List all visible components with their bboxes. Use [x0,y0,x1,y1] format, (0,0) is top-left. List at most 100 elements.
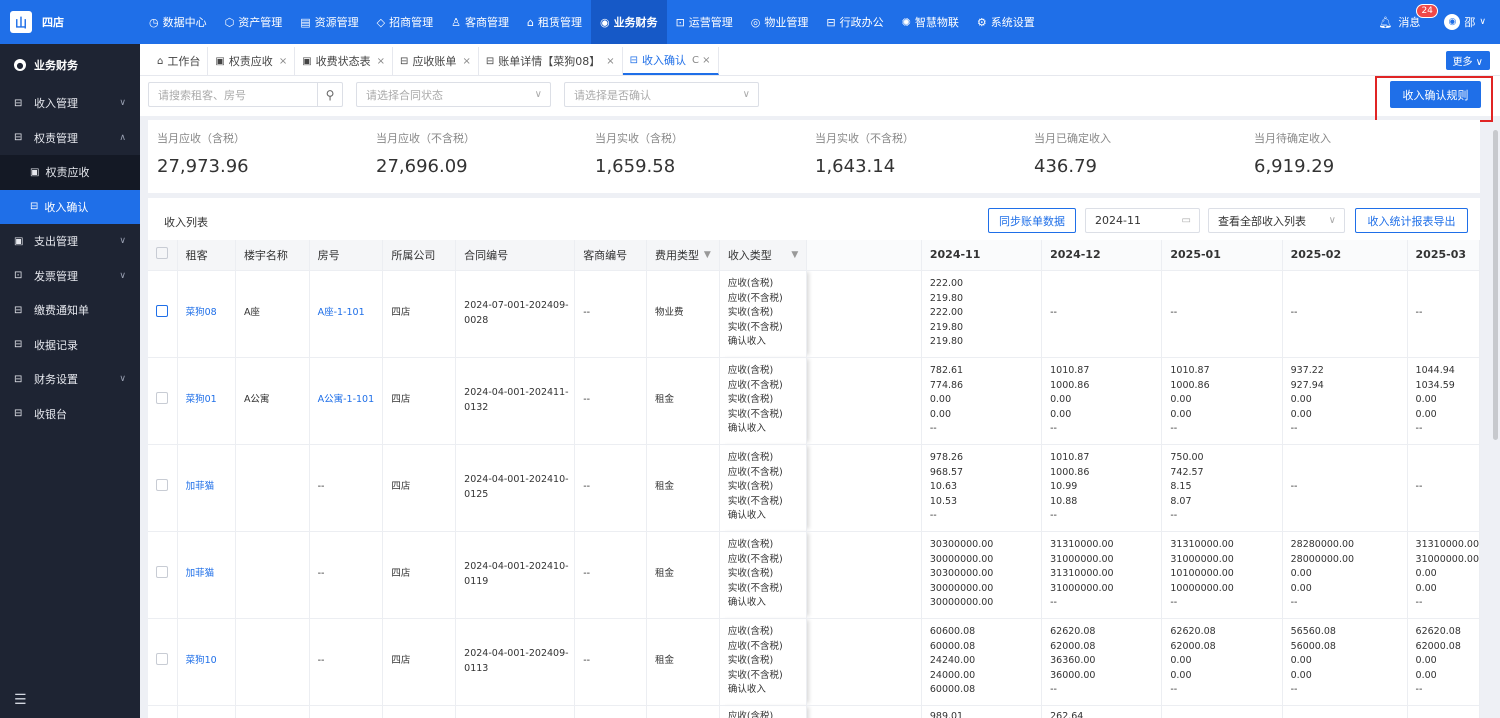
menu-icon: ⊟ [30,201,39,213]
filter-icon[interactable]: ▼ [704,250,711,260]
sidebar-item-0[interactable]: ⊟ 收入管理 ∨ [0,86,140,121]
column-header: 合同编号 [455,240,576,270]
tenant-link[interactable]: 菜狗10 [177,617,236,705]
tenant-link[interactable]: 加菲猫 [177,443,236,531]
month-value-line: 0.00 [1290,408,1312,420]
nav-item-3[interactable]: ◇ 招商管理 [368,0,442,44]
close-icon[interactable]: × [606,56,614,67]
top-navbar: 山 四店 ◷ 数据中心 ⬡ 资产管理 ▤ 资源管理 ◇ 招商管理 ♙ 客商管理 ⌂ 租赁管理 ◉ 业务财务… [0,0,1500,44]
tab-label: 工作台 [167,55,201,68]
row-checkbox[interactable] [156,565,168,578]
row-select-cell [148,530,178,618]
room-link[interactable]: A公寓-1-101 [309,356,384,444]
column-header: 费用类型 ▼ [646,240,720,270]
month-value-line[interactable]: 219.80 [930,335,1041,350]
row-checkbox[interactable] [156,304,168,317]
empty-cell [1161,704,1283,718]
stat-card: 当月已确定收入 436.79 [1034,130,1111,177]
sidebar-item-4[interactable]: ▣ 支出管理 ∨ [0,224,140,259]
nav-item-5[interactable]: ⌂ 租赁管理 [518,0,591,44]
page-scrollbar[interactable] [1493,130,1498,440]
building-cell: A座 [235,269,310,357]
empty-cell [1282,704,1408,718]
month-value-cell: 28280000.00 28000000.00 0.00 0.00 -- [1282,530,1408,618]
sidebar-item-9[interactable]: ⊟ 收银台 [0,397,140,432]
tab-0[interactable]: ⌂ 工作台 [150,47,209,75]
nav-icon: ◇ [376,15,386,29]
tab-1[interactable]: ▣ 权责应收 × [208,47,296,75]
tab-3[interactable]: ⊟ 应收账单 × [393,47,479,75]
month-value-cell: 30300000.00 30000000.00 30300000.00 3000000… [921,530,1043,618]
export-income-report-button[interactable]: 收入统计报表导出 [1355,208,1468,233]
tenant-link[interactable]: 菜狗08 [177,269,236,357]
table-row: 加菲猫 -- 四店 2024-04-001-202410-0119 -- 租金 应收(含税)… [148,530,1481,618]
close-icon[interactable]: × [377,56,385,67]
stat-label: 当月应收（含税） [157,132,245,145]
room-link[interactable]: A座-1-101 [309,269,384,357]
month-value-line[interactable]: 30000000.00 [930,596,1041,611]
close-icon[interactable]: C × [692,55,711,66]
nav-item-11[interactable]: ⚙ 系统设置 [968,0,1044,44]
view-list-select[interactable]: 查看全部收入列表 ∨ [1208,208,1345,233]
tab-5[interactable]: ⊟ 收入确认 C × [622,47,719,75]
month-value-cell: 1010.87 1000.86 0.00 0.00 -- [1041,356,1163,444]
month-value-cell: -- [1282,269,1408,357]
sidebar-item-3[interactable]: ⊟ 收入确认 [0,189,140,224]
month-value-line[interactable]: 60000.08 [930,683,1041,698]
sidebar-item-8[interactable]: ⊟ 财务设置 ∨ [0,362,140,397]
month-value-cell: -- [1407,269,1481,357]
month-value-line: 0.00 [1170,394,1192,406]
month-value-line: 0.00 [1170,669,1192,681]
close-icon[interactable]: × [279,56,287,67]
user-menu[interactable]: ◉ 邵 ∨ [1444,14,1486,30]
sidebar-item-6[interactable]: ⊟ 缴费通知单 [0,293,140,328]
income-list-panel: 收入列表 同步账单数据 2024-11 ▭ 查看全部收入列表 ∨ 收入统计报表导… [148,198,1481,718]
row-checkbox[interactable] [156,478,168,491]
nav-item-8[interactable]: ◎ 物业管理 [742,0,818,44]
month-value-line: 31310000.00 [1050,568,1114,580]
nav-item-10[interactable]: ✺ 智慧物联 [893,0,968,44]
nav-item-1[interactable]: ⬡ 资产管理 [216,0,292,44]
nav-item-4[interactable]: ♙ 客商管理 [442,0,518,44]
month-value-line: -- [1050,307,1057,319]
income-type-cell: 应收(含税) 应收(不含税) 实收(含税) 实收(不含税) 确认收入 [719,443,808,531]
empty-cell [235,704,310,718]
search-icon[interactable]: ⚲ [317,83,342,106]
nav-item-6[interactable]: ◉ 业务财务 [590,0,667,44]
fee-type-cell: 物业费 [646,269,720,357]
sidebar-item-1[interactable]: ⊟ 权责管理 ∧ [0,121,140,156]
close-icon[interactable]: × [462,56,470,67]
app-logo[interactable]: 山 四店 [0,0,140,44]
month-picker[interactable]: 2024-11 ▭ [1085,208,1200,233]
income-table: 租客 楼宇名称 房号 所属公司 合同编号 客商编号 费用类型 ▼ 收入类型 ▼ 2024-11 202… [148,240,1481,718]
nav-label: 行政办公 [839,16,884,29]
contract-status-select[interactable]: 请选择合同状态 ∨ [356,82,551,107]
sync-bill-data-button[interactable]: 同步账单数据 [988,208,1076,233]
messages-button[interactable]: 🔔︎ 消息 24 [1378,4,1438,30]
nav-item-9[interactable]: ⊟ 行政办公 [817,0,892,44]
menu-icon: ⊟ [14,97,23,109]
collapse-menu-icon[interactable]: ☰ [14,692,27,708]
filter-icon[interactable]: ▼ [791,250,798,260]
tenant-link[interactable]: 菜狗01 [177,356,236,444]
month-value-line: 927.94 [1290,379,1324,391]
nav-item-7[interactable]: ⊡ 运营管理 [667,0,742,44]
tenant-link[interactable]: 加菲猫 [177,530,236,618]
select-all-checkbox[interactable] [156,247,168,260]
column-header-label: 租客 [185,248,208,262]
tab-4[interactable]: ⊟ 账单详情【菜狗08】 × [479,47,623,75]
sidebar-item-5[interactable]: ⊡ 发票管理 ∨ [0,259,140,294]
nav-item-0[interactable]: ◷ 数据中心 [140,0,216,44]
row-checkbox[interactable] [156,652,168,665]
income-type-line: 应收(含税) [727,626,774,638]
sidebar-item-2[interactable]: ▣ 权责应收 [0,155,140,190]
nav-item-2[interactable]: ▤ 资源管理 [291,0,367,44]
income-type-line: 应收(含税) [727,278,774,290]
search-input[interactable]: 请搜索租客、房号 ⚲ [148,82,343,107]
tab-2[interactable]: ▣ 收费状态表 × [295,47,394,75]
sidebar-item-7[interactable]: ⊟ 收据记录 [0,328,140,363]
more-tabs-button[interactable]: 更多 ∨ [1445,51,1490,70]
confirm-status-select[interactable]: 请选择是否确认 ∨ [564,82,759,107]
tab-label: 收费状态表 [315,55,371,68]
row-checkbox[interactable] [156,391,168,404]
